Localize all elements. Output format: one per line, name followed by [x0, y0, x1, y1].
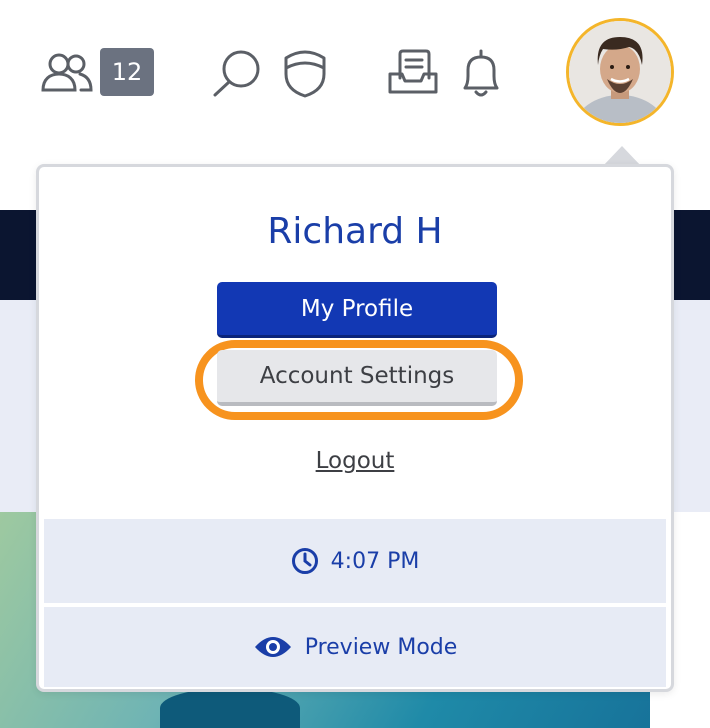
eye-icon [254, 637, 291, 657]
preview-mode-label: Preview Mode [304, 634, 458, 660]
logout-link[interactable]: Logout [39, 448, 671, 474]
account-menu-popover: Richard H My Profile Account Settings Lo… [36, 164, 674, 692]
search-icon[interactable] [210, 48, 266, 98]
inbox-icon[interactable] [386, 48, 440, 98]
shield-icon[interactable] [282, 48, 328, 100]
preview-mode-row[interactable]: Preview Mode [44, 607, 666, 687]
account-settings-button[interactable]: Account Settings [217, 350, 497, 406]
team-count-badge[interactable]: 12 [100, 48, 154, 96]
current-time: 4:07 PM [330, 548, 420, 574]
user-avatar[interactable] [566, 18, 674, 126]
avatar-photo [569, 21, 671, 123]
users-icon[interactable] [40, 52, 94, 94]
bell-icon[interactable] [458, 48, 504, 100]
clock-icon [291, 548, 318, 574]
top-nav-bar: 12 [0, 0, 710, 150]
user-name: Richard H [267, 211, 443, 252]
current-time-row: 4:07 PM [44, 519, 666, 603]
hero-map-landmass [160, 688, 300, 728]
my-profile-button[interactable]: My Profile [217, 282, 497, 338]
